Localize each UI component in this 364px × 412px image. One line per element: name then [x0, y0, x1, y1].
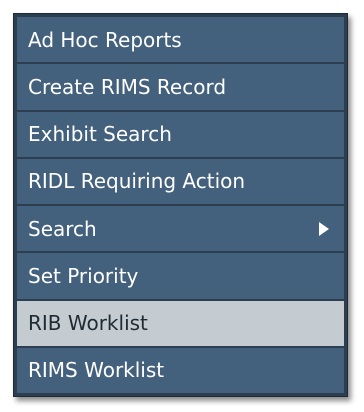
menu-item-exhibit-search[interactable]: Exhibit Search [17, 111, 344, 157]
dropdown-menu: Ad Hoc Reports Create RIMS Record Exhibi… [13, 13, 348, 397]
menu-item-ridl-requiring-action[interactable]: RIDL Requiring Action [17, 158, 344, 204]
menu-item-label: Ad Hoc Reports [28, 27, 182, 52]
menu-item-label: Exhibit Search [28, 122, 172, 147]
menu-item-label: RIDL Requiring Action [28, 169, 246, 194]
menu-item-ad-hoc-reports[interactable]: Ad Hoc Reports [17, 17, 344, 63]
menu-item-label: Create RIMS Record [28, 74, 227, 99]
menu-item-rib-worklist[interactable]: RIB Worklist [17, 300, 344, 346]
menu-item-label: RIMS Worklist [28, 358, 165, 383]
menu-item-create-rims-record[interactable]: Create RIMS Record [17, 64, 344, 110]
menu-item-label: RIB Worklist [28, 311, 148, 336]
menu-item-search[interactable]: Search [17, 206, 344, 252]
menu-item-rims-worklist[interactable]: RIMS Worklist [17, 347, 344, 393]
menu-item-label: Search [28, 216, 97, 241]
menu-item-set-priority[interactable]: Set Priority [17, 253, 344, 299]
menu-item-label: Set Priority [28, 263, 139, 288]
chevron-right-icon [319, 221, 329, 236]
